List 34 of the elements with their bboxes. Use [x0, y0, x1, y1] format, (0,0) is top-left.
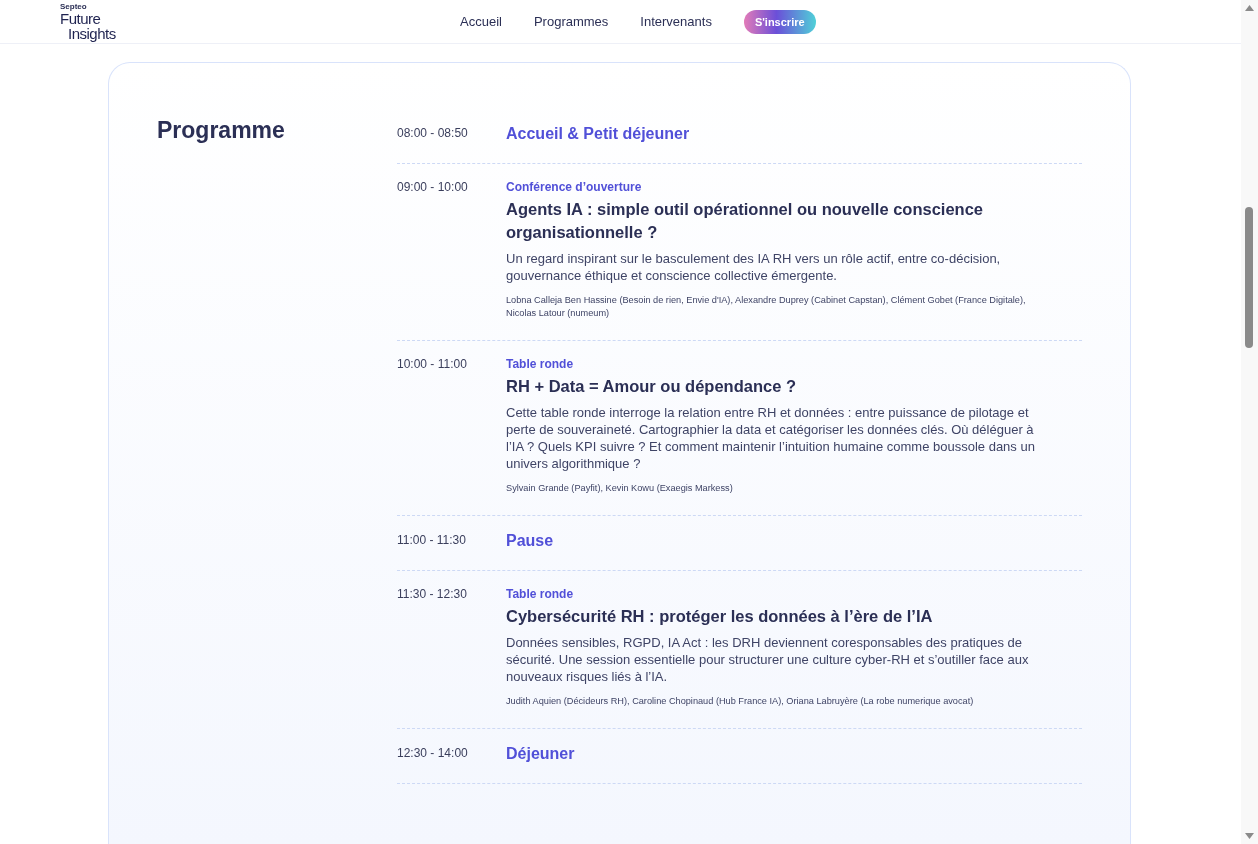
session-time: 09:00 - 10:00	[397, 180, 469, 196]
session-description: Cette table ronde interroge la relation entre RH et données : entre puissance de pilotage et perte de souveraineté. Cartographier la data et catégoriser les données clés. Où déléguer à l’IA ? Quels KPI suivre ? Et comment maintenir l’intuition humaine comme boussole dans un univers algorithmique ?	[506, 404, 1036, 472]
session-category: Table ronde	[506, 587, 575, 601]
session-time: 11:30 - 12:30	[397, 587, 468, 603]
nav-link[interactable]: Accueil	[460, 14, 502, 29]
scroll-down-icon[interactable]	[1245, 833, 1254, 839]
session-time: 11:00 - 11:30	[397, 532, 467, 549]
break-title: Pause	[506, 532, 555, 550]
scroll-up-icon[interactable]	[1245, 5, 1254, 11]
nav-link[interactable]: Programmes	[533, 14, 609, 29]
session-title: RH + Data = Amour ou dépendance ?	[506, 376, 798, 397]
logo-brand: Septeo	[60, 2, 88, 11]
logo-word: Future	[60, 10, 102, 26]
session-speakers: Judith Aquien (Décideurs RH), Caroline Chopinaud (Hub France IA), Oriana Labruyère (La robe numerique avocat)	[506, 695, 975, 708]
session-category: Conférence d’ouverture	[506, 180, 643, 194]
session-time: 12:30 - 14:00	[397, 745, 469, 762]
break-title: Accueil & Petit déjeuner	[506, 125, 691, 143]
scrollbar-thumb[interactable]	[1245, 207, 1253, 348]
session-description: Un regard inspirant sur le basculement des IA RH vers un rôle actif, entre co-décision, gouvernance éthique et conscience collective émergente.	[506, 250, 1002, 284]
section-title: Programme	[157, 117, 286, 145]
register-button[interactable]: S'inscrire	[743, 9, 816, 34]
logo[interactable]: Septeo Future Insights	[60, 2, 150, 41]
break-title: Déjeuner	[506, 745, 576, 763]
session-speakers: Lobna Calleja Ben Hassine (Besoin de rien, Envie d'IA), Alexandre Duprey (Cabinet Capstan), Clément Gobet (France Digitale), Nicolas Latour (numeum)	[506, 294, 1027, 320]
session-category: Table ronde	[506, 357, 575, 371]
session-time: 10:00 - 11:00	[397, 357, 468, 373]
session-title: Cybersécurité RH : protéger les données à l’ère de l’IA	[506, 606, 934, 627]
scrollbar[interactable]	[1241, 0, 1258, 844]
session-description: Données sensibles, RGPD, IA Act : les DRH deviennent coresponsables des pratiques de sécurité. Une session essentielle pour structurer une culture cyber-RH et s’outiller face aux nouveaux risques liés à l’IA.	[506, 634, 1030, 685]
session-time: 08:00 - 08:50	[397, 125, 469, 142]
logo-word: Insights	[68, 25, 117, 41]
session-title: Agents IA : simple outil opérationnel ou nouvelle conscience organisationnelle ?	[506, 199, 985, 243]
nav-link[interactable]: Intervenants	[640, 14, 712, 29]
session-speakers: Sylvain Grande (Payfit), Kevin Kowu (Exaegis Markess)	[506, 482, 734, 495]
